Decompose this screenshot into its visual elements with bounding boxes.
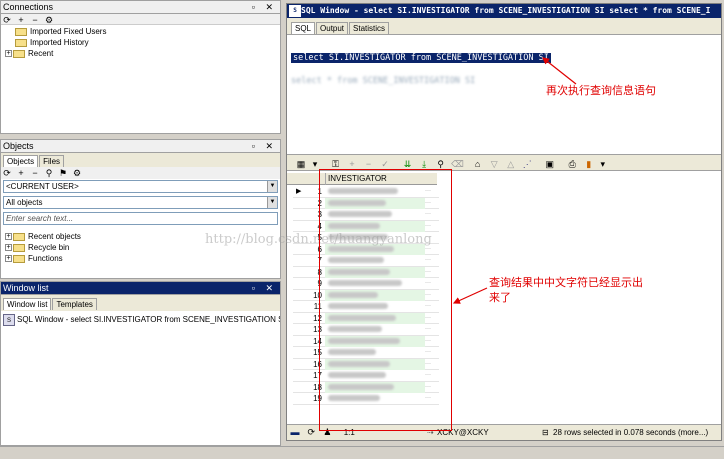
filter-combo[interactable]: All objects ▼ (3, 196, 278, 209)
highlight-box-results (319, 169, 452, 431)
objects-tabs: Objects Files (1, 153, 280, 167)
user-combo-value: <CURRENT USER> (6, 182, 79, 191)
filter-combo-value: All objects (6, 198, 43, 207)
tree-item-label: Functions (28, 254, 63, 263)
folder-icon (15, 27, 27, 36)
objects-toolbar: ⟳ + − ⚲ ⚑ ⚙ (1, 167, 280, 179)
add-icon[interactable]: + (15, 14, 27, 26)
rows-icon: ⊟ (542, 428, 549, 437)
expand-icon[interactable]: + (5, 50, 12, 58)
expand-icon[interactable]: + (5, 244, 12, 252)
folder-icon (13, 254, 25, 263)
add-icon[interactable]: + (15, 167, 27, 179)
tab-output[interactable]: Output (316, 22, 349, 34)
window-list-tabs: Window list Templates (1, 295, 280, 311)
refresh-icon[interactable]: ⟳ (1, 167, 13, 179)
search-input[interactable]: Enter search text... (3, 212, 278, 225)
chart-icon[interactable]: ⋰ (521, 158, 533, 170)
panel-window-controls[interactable]: ▫ ✕ (252, 282, 277, 294)
tree-item-label: Imported History (30, 38, 89, 47)
window-list-title: Window list (3, 283, 49, 293)
window-list-item-label: SQL Window - select SI.INVESTIGATOR from… (17, 315, 280, 324)
tab-statistics[interactable]: Statistics (349, 22, 390, 34)
save-icon[interactable]: ▣ (544, 158, 556, 170)
annotation-result-line1: 查询结果中中文字符已经显示出 (489, 276, 643, 289)
sql-line-2[interactable]: select * from SCENE_INVESTIGATION SI (291, 76, 475, 86)
remove-icon[interactable]: − (29, 14, 41, 26)
panel-window-controls[interactable]: ▫ ✕ (252, 140, 277, 152)
filter-icon[interactable]: ⚑ (57, 167, 69, 179)
tab-templates[interactable]: Templates (52, 298, 97, 310)
window-list-item[interactable]: S SQL Window - select SI.INVESTIGATOR fro… (1, 311, 280, 329)
window-list-title-bar: Window list ▫ ✕ (1, 282, 280, 295)
panel-window-controls[interactable]: ▫ ✕ (252, 1, 277, 13)
sql-window-icon: S (3, 314, 15, 326)
connections-title-bar: Connections ▫ ✕ (1, 1, 280, 14)
objects-panel: Objects ▫ ✕ Objects Files ⟳ + − ⚲ ⚑ ⚙ <CURRENT… (0, 139, 281, 279)
find-icon[interactable]: ⚲ (43, 167, 55, 179)
status-message[interactable]: 28 rows selected in 0.078 seconds (more.… (553, 425, 708, 440)
chevron-down-icon[interactable]: ▾ (597, 158, 609, 170)
grid-view-icon[interactable]: ▦ (295, 158, 307, 170)
tree-item-functions[interactable]: + Functions (5, 253, 280, 264)
tree-item-recent[interactable]: + Recent (5, 48, 280, 59)
sql-window-title-bar: S SQL Window - select SI.INVESTIGATOR fr… (287, 4, 721, 18)
connections-title: Connections (3, 2, 54, 12)
annotation-query: 再次执行查询信息语句 (546, 84, 656, 97)
layout-icon[interactable]: ▬ (289, 426, 301, 438)
tree-item-recent-objects[interactable]: + Recent objects (5, 231, 280, 242)
connections-toolbar: ⟳ + − ⚙ (1, 14, 280, 25)
properties-icon[interactable]: ⚙ (43, 14, 55, 26)
sql-line-1[interactable]: select SI.INVESTIGATOR from SCENE_INVEST… (291, 53, 551, 63)
user-combo[interactable]: <CURRENT USER> ▼ (3, 180, 278, 193)
tree-item-label: Imported Fixed Users (30, 27, 107, 36)
tree-item-label: Recent (28, 49, 54, 58)
connections-panel: Connections ▫ ✕ ⟳ + − ⚙ Imported Fixed User… (0, 0, 281, 134)
folder-icon (13, 232, 25, 241)
folder-icon (13, 49, 25, 58)
objects-title-bar: Objects ▫ ✕ (1, 140, 280, 153)
sort-icon[interactable]: △ (505, 158, 517, 170)
properties-icon[interactable]: ⚙ (71, 167, 83, 179)
bottom-frame (0, 446, 724, 459)
tab-window-list[interactable]: Window list (3, 298, 52, 310)
export-icon[interactable]: ▮ (583, 158, 595, 170)
refresh-icon[interactable]: ⟳ (1, 14, 13, 26)
chevron-down-icon[interactable]: ▼ (267, 181, 277, 192)
sql-window-icon: S (289, 5, 301, 17)
home-icon[interactable]: ⌂ (472, 158, 484, 170)
tree-item-imported-fixed-users[interactable]: Imported Fixed Users (5, 26, 280, 37)
expand-icon[interactable]: + (5, 233, 12, 241)
tab-files[interactable]: Files (39, 155, 65, 167)
annotation-result-line2: 来了 (489, 291, 511, 304)
print-icon[interactable]: ⎙ (566, 158, 578, 170)
tab-objects[interactable]: Objects (3, 155, 39, 167)
window-list-panel: Window list ▫ ✕ Window list Templates S SQ… (0, 281, 281, 446)
tree-item-imported-history[interactable]: Imported History (5, 37, 280, 48)
folder-icon (15, 38, 27, 47)
chevron-down-icon[interactable]: ▼ (267, 197, 277, 208)
remove-icon[interactable]: − (29, 167, 41, 179)
tree-item-label: Recent objects (28, 232, 81, 241)
sql-window-title: SQL Window - select SI.INVESTIGATOR from… (301, 6, 711, 15)
refresh-icon[interactable]: ⟳ (305, 426, 317, 438)
sql-window-tabs: SQL Output Statistics (287, 18, 721, 35)
expand-icon[interactable]: + (5, 255, 12, 263)
folder-icon (13, 243, 25, 252)
clear-icon[interactable]: ⌫ (451, 158, 464, 170)
filter-icon[interactable]: ▽ (488, 158, 500, 170)
tree-item-label: Recycle bin (28, 243, 70, 252)
tree-item-recycle-bin[interactable]: + Recycle bin (5, 242, 280, 253)
tab-sql[interactable]: SQL (291, 22, 316, 34)
objects-title: Objects (3, 141, 34, 151)
